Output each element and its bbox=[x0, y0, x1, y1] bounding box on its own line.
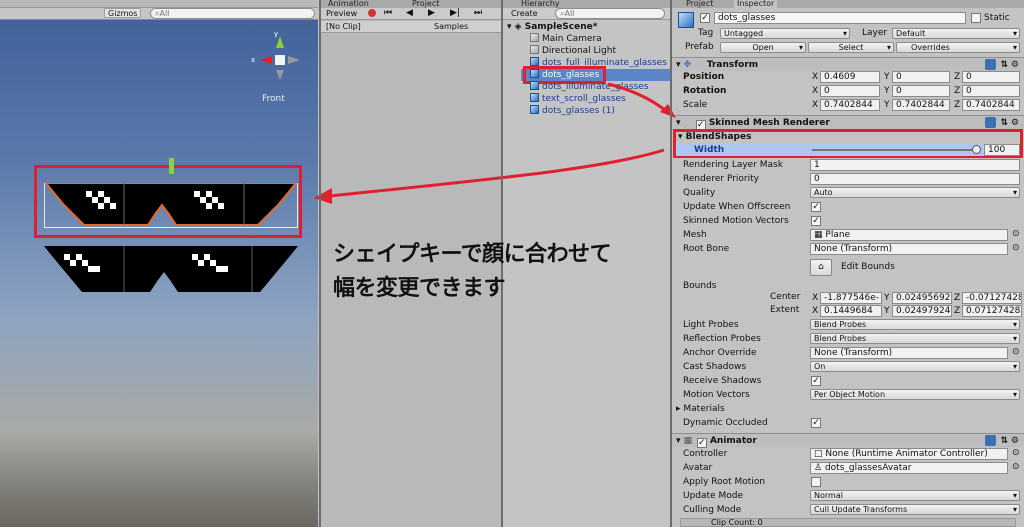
annotation-line-1: シェイプキーで顔に合わせて bbox=[333, 242, 612, 267]
annotation-line-2: 幅を変更できます bbox=[333, 276, 506, 301]
